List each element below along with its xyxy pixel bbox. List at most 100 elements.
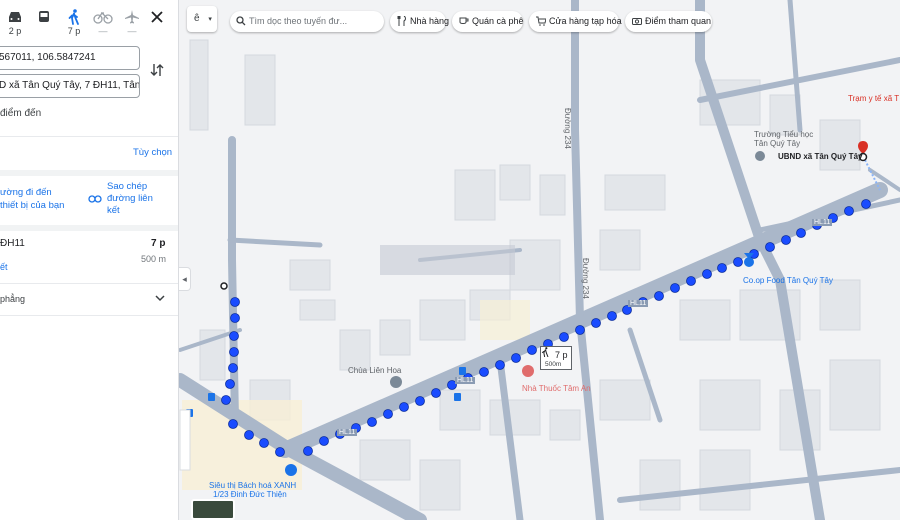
divider — [0, 136, 178, 137]
search-icon — [236, 16, 246, 26]
route-dot — [861, 199, 871, 209]
origin-value: 567011, 106.5847241 — [0, 52, 96, 63]
route-dot — [319, 436, 329, 446]
chevron-down-icon: ▾ — [208, 16, 212, 23]
chip-label: Điểm tham quan — [645, 16, 712, 26]
mode-walk-time: 7 p — [67, 26, 81, 36]
chip-groceries[interactable]: Cửa hàng tạp hóa — [529, 11, 622, 32]
directions-panel: 2 p 7 p — — 567011, 106.5847241 D xã Tân… — [0, 0, 179, 520]
close-icon[interactable] — [150, 10, 164, 24]
language-label: ê — [194, 13, 200, 24]
chip-label: Nhà hàng — [410, 16, 450, 26]
map-label-temple[interactable]: Chùa Liên Hoa — [348, 366, 401, 375]
route-dot — [844, 206, 854, 216]
divider — [0, 170, 178, 176]
add-destination[interactable]: điểm đến — [0, 108, 41, 119]
route-dot — [781, 235, 791, 245]
swap-icon[interactable] — [150, 62, 164, 78]
destination-field[interactable]: D xã Tân Quý Tây, 7 ĐH11, Tân Quý T — [0, 74, 140, 98]
map-label-health-station[interactable]: Trạm y tế xã T — [848, 94, 899, 103]
map-label-pharmacy[interactable]: Nhà Thuốc Tâm An — [522, 384, 591, 393]
mode-bicycle[interactable]: — — [90, 8, 116, 36]
origin-marker — [220, 282, 228, 290]
route-dot — [765, 242, 775, 252]
mode-drive-time: 2 p — [8, 26, 22, 36]
search-along-route-input[interactable]: Tìm dọc theo tuyến đư... — [230, 11, 384, 32]
collapse-panel-button[interactable]: ◂ — [179, 267, 191, 291]
mode-drive[interactable]: 2 p — [2, 8, 28, 36]
route-dot — [654, 291, 664, 301]
chip-restaurants[interactable]: Nhà hàng — [390, 11, 450, 32]
chip-cafes[interactable]: Quán cà phê — [452, 11, 524, 32]
route-dot — [511, 353, 521, 363]
map-label-coop[interactable]: Co.op Food Tân Quý Tây — [743, 276, 833, 285]
route-dot — [228, 363, 238, 373]
route-dot — [221, 395, 231, 405]
road-shield-hl11: HL11 — [812, 219, 833, 226]
route-dot — [275, 447, 285, 457]
route-dot — [479, 367, 489, 377]
route-dot — [244, 430, 254, 440]
chevron-left-icon: ◂ — [182, 274, 187, 284]
route-dot — [431, 388, 441, 398]
route-dot — [733, 257, 743, 267]
route-dot — [259, 438, 269, 448]
coffee-icon — [459, 17, 469, 24]
road-shield-hl11: HL11 — [628, 300, 649, 307]
temple-pin-icon — [390, 376, 402, 388]
travel-modes: 2 p 7 p — — — [0, 0, 178, 40]
elevation-label: phẳng — [0, 294, 26, 304]
route-distance: 500 m — [141, 254, 167, 264]
walk-icon — [541, 347, 549, 357]
route-dot — [225, 379, 235, 389]
route-dot — [607, 311, 617, 321]
route-dot — [383, 409, 393, 419]
map-label-supermarket[interactable]: Siêu thị Bách hoá XANH — [209, 481, 296, 490]
route-dot — [575, 325, 585, 335]
map-label-ubnd[interactable]: UBND xã Tân Quý Tây — [778, 152, 862, 161]
mode-flight-time: — — [127, 26, 137, 36]
walk-callout-time: 7 p — [555, 350, 568, 360]
map-label-school[interactable]: Trường Tiểu học Tân Quý Tây — [754, 130, 814, 148]
cart-icon — [536, 16, 546, 26]
walk-icon — [68, 9, 79, 25]
airplane-icon — [125, 10, 139, 24]
route-dot — [559, 332, 569, 342]
divider — [0, 225, 178, 231]
options-link[interactable]: Tùy chọn — [133, 147, 172, 158]
mode-flight[interactable]: — — [119, 8, 145, 36]
map-label-supermarket-address: 1/23 Đinh Đức Thiện — [213, 490, 287, 499]
route-dot — [303, 446, 313, 456]
divider — [0, 283, 178, 284]
send-to-device-link[interactable]: ường đi đến thiết bị của bạn — [0, 186, 70, 212]
divider — [0, 315, 178, 316]
mode-walk[interactable]: 7 p — [61, 8, 87, 36]
mode-transit[interactable] — [31, 8, 57, 26]
route-dot — [702, 269, 712, 279]
layers-thumbnail[interactable] — [191, 499, 235, 520]
route-dot — [415, 396, 425, 406]
route-dot — [399, 402, 409, 412]
fork-knife-icon — [397, 16, 406, 26]
route-dot — [230, 313, 240, 323]
route-details-link[interactable]: ết — [0, 262, 8, 272]
road-shield-hl11: HL11 — [337, 429, 358, 436]
origin-field[interactable]: 567011, 106.5847241 — [0, 46, 140, 70]
language-selector[interactable]: ê ▾ — [187, 6, 217, 32]
route-dot — [367, 417, 377, 427]
copy-link-button[interactable]: Sao chép đường liên kết — [107, 181, 167, 217]
route-dot — [495, 360, 505, 370]
search-placeholder: Tìm dọc theo tuyến đư... — [249, 16, 348, 26]
route-dot — [796, 228, 806, 238]
route-dot — [229, 347, 239, 357]
route-walk-callout[interactable]: 7 p 500m — [540, 346, 572, 370]
chip-label: Quán cà phê — [472, 16, 524, 26]
chip-attractions[interactable]: Điểm tham quan — [625, 11, 712, 32]
route-dot — [229, 331, 239, 341]
car-icon — [9, 12, 21, 22]
bus-icon — [39, 11, 49, 22]
route-name[interactable]: ĐH11 — [0, 238, 25, 249]
route-dot — [228, 419, 238, 429]
map-label-road-234-south: Đường 234 — [581, 258, 590, 299]
chevron-down-icon[interactable] — [154, 293, 166, 303]
